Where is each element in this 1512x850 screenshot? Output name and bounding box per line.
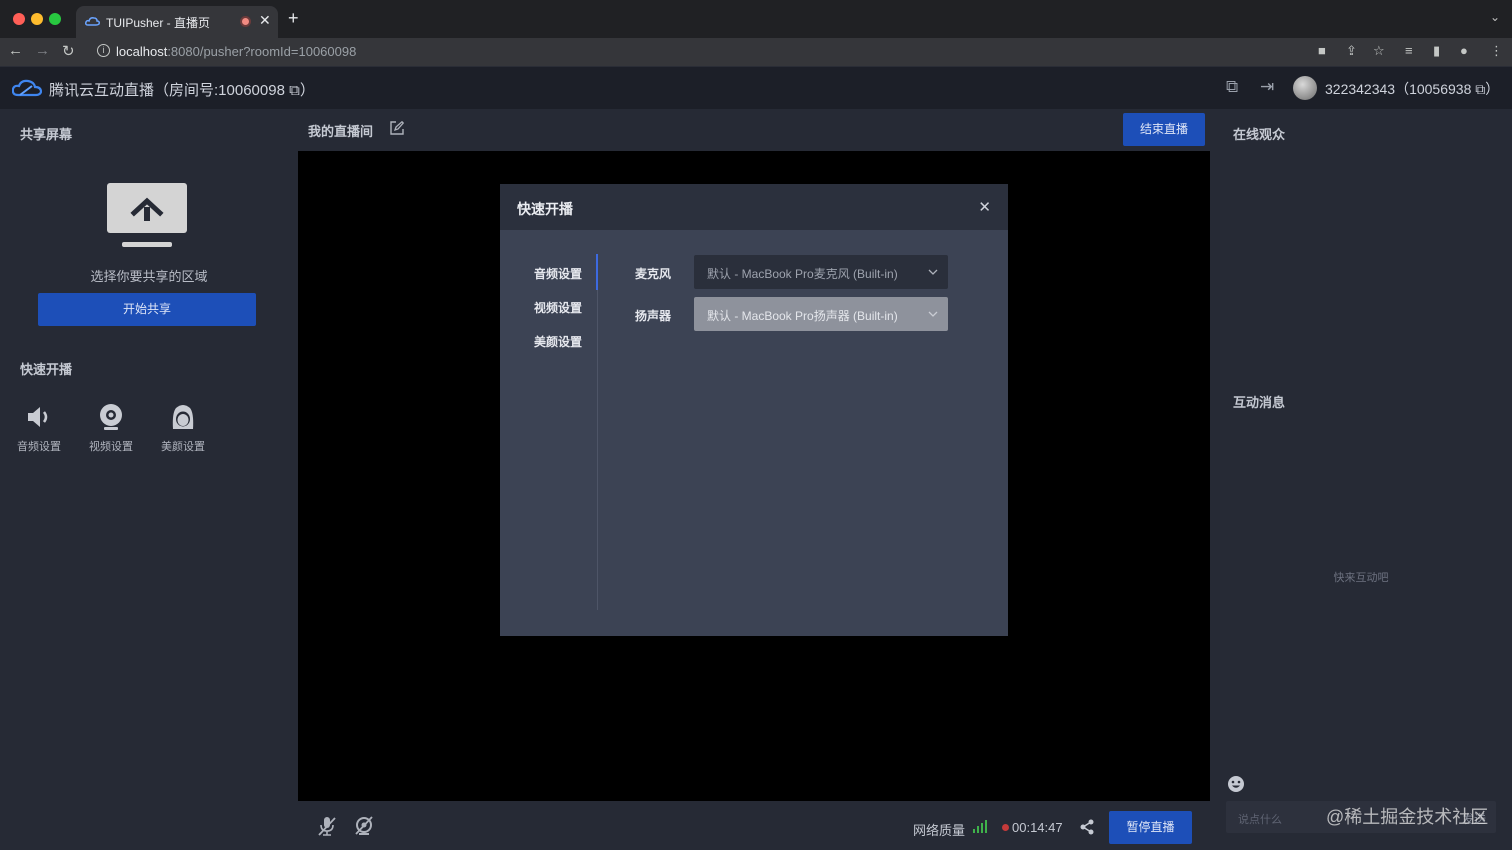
signal-strength-icon (973, 820, 987, 833)
window-zoom-button[interactable] (49, 13, 61, 25)
network-quality-label: 网络质量 (913, 823, 966, 838)
right-panel: 在线观众 互动消息 快来互动吧 说点什么 发送 (1210, 109, 1512, 850)
watermark: @稀土掘金技术社区 (1326, 807, 1489, 827)
close-icon[interactable]: ✕ (978, 198, 991, 216)
online-audience-title: 在线观众 (1233, 127, 1286, 142)
speaker-select[interactable]: 默认 - MacBook Pro扬声器 (Built-in) (694, 297, 948, 331)
quick-audio-label: 音频设置 (17, 441, 61, 453)
browser-tab[interactable]: TUIPusher - 直播页 ✕ (76, 6, 278, 38)
language-switch-icon[interactable]: ⧉ (1226, 77, 1238, 97)
window-close-button[interactable] (13, 13, 25, 25)
quick-beauty-label: 美颜设置 (161, 441, 205, 453)
bookmark-star-icon[interactable]: ☆ (1373, 43, 1385, 59)
url-text: localhost:8080/pusher?roomId=10060098 (116, 44, 357, 59)
share-icon[interactable] (1080, 819, 1094, 840)
chevron-down-icon (927, 265, 939, 283)
beauty-icon (153, 402, 213, 432)
camera-indicator-icon[interactable]: ■ (1318, 43, 1326, 58)
quick-beauty-settings[interactable]: 美颜设置 (153, 402, 213, 454)
pause-live-button[interactable]: 暂停直播 (1109, 811, 1192, 844)
emoji-icon[interactable] (1227, 775, 1245, 798)
speaker-label: 扬声器 (635, 309, 672, 323)
room-name: 我的直播间 (308, 124, 374, 139)
more-menu-icon[interactable]: ⋮ (1490, 43, 1503, 59)
copy-room-id-icon[interactable]: ⧉ (285, 82, 300, 99)
camera-icon (81, 402, 141, 432)
mic-muted-icon[interactable] (317, 816, 337, 841)
window-minimize-button[interactable] (31, 13, 43, 25)
app-title: 腾讯云互动直播（房间号:10060098 ⧉） (49, 82, 315, 99)
recording-dot (1002, 824, 1009, 831)
chevron-down-icon (927, 307, 939, 325)
monitor-stand (122, 242, 172, 247)
share-hint: 选择你要共享的区域 (90, 269, 208, 284)
empty-messages-text: 快来互动吧 (1333, 572, 1389, 584)
start-share-button[interactable]: 开始共享 (38, 293, 256, 326)
interactive-messages-title: 互动消息 (1233, 395, 1286, 410)
quick-start-title: 快速开播 (20, 362, 73, 377)
microphone-select[interactable]: 默认 - MacBook Pro麦克风 (Built-in) (694, 255, 948, 289)
active-tab-indicator (596, 254, 598, 290)
speaker-icon (9, 402, 69, 432)
live-control-bar: 网络质量 00:14:47 暂停直播 (298, 801, 1210, 850)
back-arrow-icon[interactable]: ← (8, 42, 23, 59)
tab-title: TUIPusher - 直播页 (106, 16, 211, 30)
share-screen-title: 共享屏幕 (20, 127, 73, 142)
share-page-icon[interactable]: ⇪ (1346, 43, 1357, 59)
dialog-tab-beauty[interactable]: 美颜设置 (534, 333, 582, 350)
profile-icon[interactable]: ● (1460, 43, 1468, 58)
media-queue-icon[interactable]: ≡ (1405, 43, 1413, 58)
cloud-favicon-icon (85, 14, 100, 32)
live-timer: 00:14:47 (1012, 820, 1063, 835)
quick-video-label: 视频设置 (89, 441, 133, 453)
quick-audio-settings[interactable]: 音频设置 (9, 402, 69, 454)
sidebar-icon[interactable]: ▮ (1433, 43, 1440, 59)
site-info-icon[interactable]: i (97, 44, 110, 57)
avatar[interactable] (1293, 76, 1317, 100)
speaker-selected-value: 默认 - MacBook Pro扬声器 (Built-in) (707, 309, 898, 323)
copy-user-id-icon[interactable]: ⧉ (1471, 81, 1485, 97)
microphone-label: 麦克风 (635, 267, 672, 281)
room-toolbar: 我的直播间 结束直播 (298, 109, 1210, 151)
dialog-tab-video[interactable]: 视频设置 (534, 299, 582, 316)
logout-icon[interactable]: ⇥ (1260, 77, 1274, 97)
new-tab-icon[interactable]: + (288, 8, 299, 29)
tab-search-chevron-icon[interactable]: ⌄ (1490, 10, 1500, 24)
user-id: 322342343（10056938 ⧉） (1325, 81, 1500, 97)
dialog-nav-divider (597, 254, 598, 610)
microphone-selected-value: 默认 - MacBook Pro麦克风 (Built-in) (707, 267, 898, 281)
tab-close-icon[interactable]: ✕ (259, 12, 271, 29)
quick-video-settings[interactable]: 视频设置 (81, 402, 141, 454)
dialog-header: 快速开播 ✕ (500, 184, 1008, 230)
forward-arrow-icon[interactable]: → (35, 42, 50, 59)
camera-muted-icon[interactable] (354, 816, 374, 841)
recording-indicator-icon (240, 16, 251, 27)
browser-tab-bar: TUIPusher - 直播页 ✕ + ⌄ (0, 0, 1512, 38)
message-placeholder: 说点什么 (1238, 814, 1282, 826)
end-live-button[interactable]: 结束直播 (1123, 113, 1205, 146)
screen-share-icon (107, 183, 187, 233)
dialog-title: 快速开播 (517, 201, 573, 217)
edit-icon[interactable] (390, 120, 405, 140)
app-header: 腾讯云互动直播（房间号:10060098 ⧉） ⧉ ⇥ 322342343（10… (0, 66, 1512, 109)
reload-icon[interactable]: ↻ (62, 42, 75, 60)
address-bar: ← → ↻ i localhost:8080/pusher?roomId=100… (0, 38, 1512, 66)
quick-start-dialog: 快速开播 ✕ 音频设置 视频设置 美颜设置 麦克风 默认 - MacBook P… (500, 184, 1008, 636)
url-field[interactable]: i localhost:8080/pusher?roomId=10060098 (90, 40, 1302, 64)
tencent-cloud-logo-icon (11, 78, 43, 103)
left-panel: 共享屏幕 选择你要共享的区域 开始共享 快速开播 音频设置 视频设置 美颜设置 (0, 109, 298, 850)
dialog-tab-audio[interactable]: 音频设置 (534, 265, 582, 282)
